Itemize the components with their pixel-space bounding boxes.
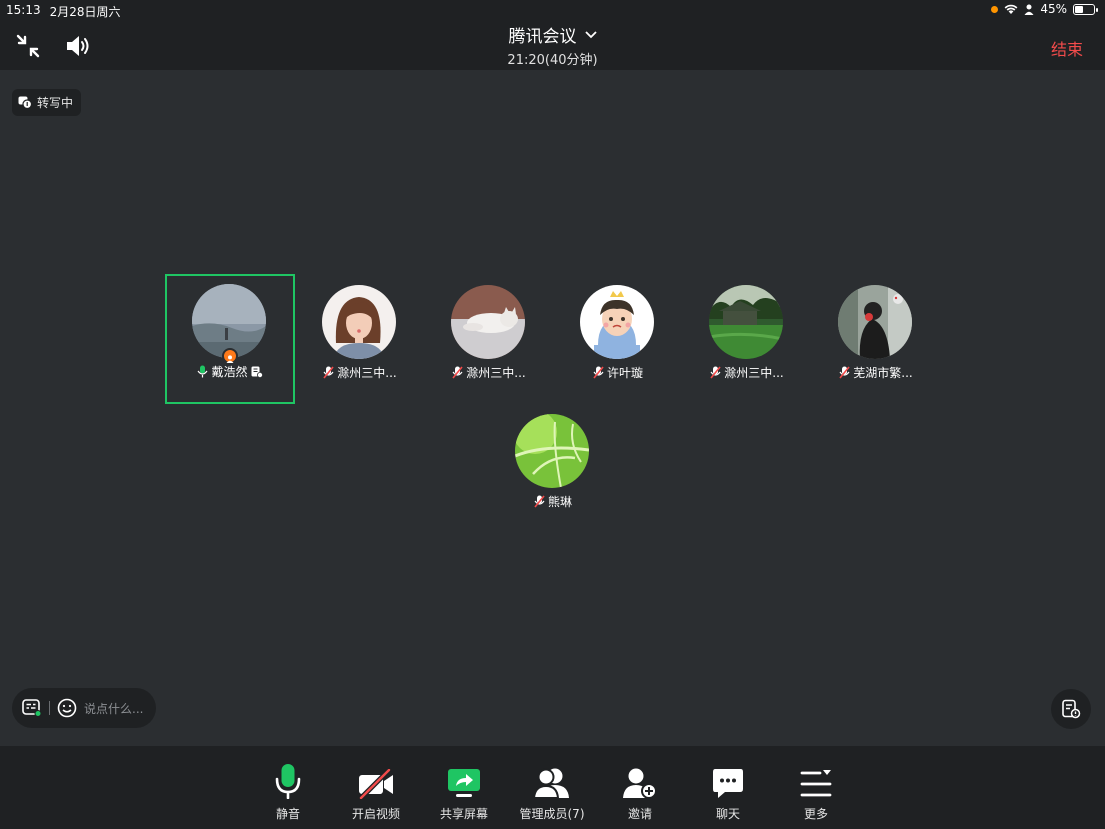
avatar [322,285,396,359]
avatar [580,285,654,359]
participant-name: 芜湖市繁... [853,366,913,380]
avatar [515,414,589,488]
mic-in-use-indicator [991,5,999,13]
mute-label: 静音 [275,807,300,821]
meeting-toolbar: 静音 开启视频 共享屏幕 管理成员(7) 邀请 聊天 更多 [0,746,1105,829]
participant-tile[interactable]: 芜湖市繁... [811,275,941,405]
note-icon [251,366,263,378]
status-bar: 15:13 2月28日周六 45% [0,0,1105,20]
wifi-icon [1004,4,1018,14]
transcribing-label: 转写中 [37,96,74,110]
more-button[interactable]: 更多 [772,746,860,829]
status-time: 15:13 [6,3,41,17]
meeting-title-text: 腾讯会议 [508,27,577,47]
participant-name: 熊琳 [547,495,572,509]
mic-muted-icon [452,366,463,379]
mic-muted-icon [710,366,721,379]
notes-button[interactable] [1051,689,1091,729]
chat-label: 聊天 [715,807,740,821]
participant-tile[interactable]: 许叶璇 [553,275,683,405]
avatar [451,285,525,359]
battery-percent: 45% [1040,2,1067,16]
transcribing-indicator[interactable]: 转写中 [12,89,82,116]
person-icon [1024,4,1034,15]
avatar [838,285,912,359]
participant-tile[interactable]: 熊琳 [488,404,618,534]
more-menu-icon [800,770,832,797]
end-meeting-button[interactable]: 结束 [1051,36,1083,60]
participant-tile[interactable]: 戴浩然 [165,274,295,404]
emoji-icon[interactable] [57,698,77,718]
mic-active-icon [198,365,208,378]
share-screen-icon [448,769,480,797]
status-date: 2月28日周六 [49,5,121,19]
host-badge-icon [222,348,238,364]
share-screen-label: 共享屏幕 [439,807,488,821]
share-screen-button[interactable]: 共享屏幕 [420,746,508,829]
chat-button[interactable]: 聊天 [684,746,772,829]
mic-icon [275,764,301,799]
participant-name: 滁州三中... [337,366,397,380]
mic-muted-icon [323,366,334,379]
invite-label: 邀请 [627,807,652,821]
meeting-header: 腾讯会议 21:20(40分钟) 结束 [0,20,1105,70]
divider [49,701,50,715]
participant-name: 滁州三中... [466,366,526,380]
participant-tile[interactable]: 滁州三中... [682,275,812,405]
avatar [192,284,266,358]
invite-button[interactable]: 邀请 [596,746,684,829]
chat-placeholder: 说点什么... [84,701,144,716]
invite-icon [623,768,657,799]
notes-icon [1062,699,1081,719]
participant-name: 许叶璇 [606,366,643,380]
chat-bubble-icon [713,769,743,798]
transcribe-icon [18,96,32,109]
mute-button[interactable]: 静音 [244,746,332,829]
chat-input[interactable]: 说点什么... [12,688,156,728]
video-off-icon [359,769,393,799]
participant-name: 戴浩然 [211,365,248,379]
participant-tile[interactable]: 滁州三中... [295,275,425,405]
mic-muted-icon [534,495,545,508]
meeting-title[interactable]: 腾讯会议 [509,22,597,47]
more-label: 更多 [803,807,828,821]
participant-tile[interactable]: 滁州三中... [424,275,554,405]
start-video-label: 开启视频 [351,807,400,821]
chevron-down-icon [584,30,597,38]
start-video-button[interactable]: 开启视频 [332,746,420,829]
avatar [709,285,783,359]
meeting-duration: 21:20(40分钟) [507,53,598,68]
caption-icon[interactable] [22,699,42,717]
battery-icon [1073,3,1098,15]
manage-members-button[interactable]: 管理成员(7) [508,746,596,829]
participant-name: 滁州三中... [724,366,784,380]
mic-muted-icon [593,366,604,379]
manage-members-label: 管理成员(7) [519,807,585,821]
members-icon [533,768,569,799]
mic-muted-icon [839,366,850,379]
